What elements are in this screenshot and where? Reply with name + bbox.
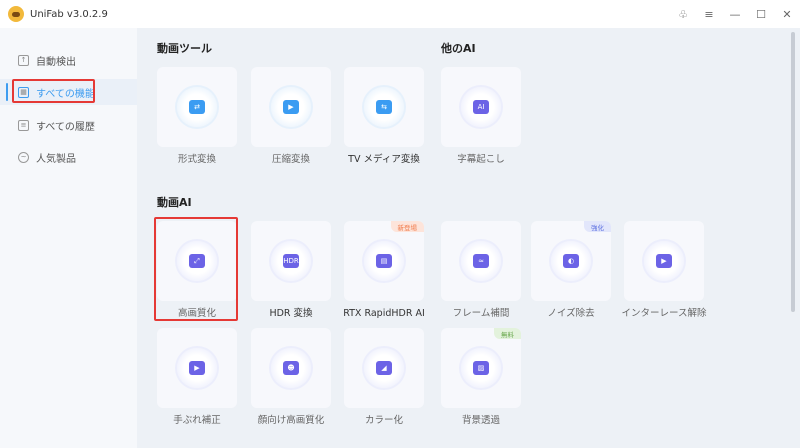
feature-label[interactable]: カラー化 <box>334 414 434 427</box>
feature-badge: 無料 <box>494 328 521 339</box>
feature-icon: ⇆ <box>364 87 404 127</box>
feature-badge: 強化 <box>584 221 611 232</box>
feature-card[interactable]: ⇆ <box>344 67 424 147</box>
feature-glyph-icon: ⇆ <box>376 100 392 114</box>
feature-card[interactable]: ▨ 無料 <box>441 328 521 408</box>
feature-label[interactable]: 圧縮変換 <box>241 153 341 166</box>
feature-card[interactable]: ◢ <box>344 328 424 408</box>
active-indicator <box>6 83 8 101</box>
feature-icon: ▶ <box>177 348 217 388</box>
feature-card[interactable]: ☻ <box>251 328 331 408</box>
feature-card[interactable]: ◐ 強化 <box>531 221 611 301</box>
chart-icon: ~ <box>18 151 29 163</box>
feature-card[interactable]: ≈ <box>441 221 521 301</box>
app-title: UniFab v3.0.2.9 <box>30 8 108 20</box>
feature-label[interactable]: HDR 変換 <box>241 307 341 320</box>
feature-badge: 新登場 <box>390 221 424 232</box>
feature-glyph-icon: ▶ <box>189 361 205 375</box>
section-title-video-tools: 動画ツール <box>157 42 212 55</box>
sidebar-item-popular[interactable]: ~ 人気製品 <box>0 144 137 170</box>
feature-label[interactable]: 顔向け高画質化 <box>241 414 341 427</box>
feature-icon: ≈ <box>461 241 501 281</box>
menu-icon[interactable]: ≡ <box>696 0 722 28</box>
sidebar-item-label: 人気製品 <box>36 153 76 165</box>
feature-icon: ⇄ <box>177 87 217 127</box>
feature-label[interactable]: ノイズ除去 <box>521 307 621 320</box>
feature-card[interactable]: HDR <box>251 221 331 301</box>
title-bar: UniFab v3.0.2.9 ♧ ≡ — ☐ ✕ <box>0 0 800 28</box>
feature-label[interactable]: インターレース解除 <box>621 307 707 320</box>
feature-card[interactable]: ▶ <box>624 221 704 301</box>
sidebar-item-label: 自動検出 <box>36 56 76 68</box>
feature-glyph-icon: ⇄ <box>189 100 205 114</box>
feature-glyph-icon: ▶ <box>283 100 299 114</box>
feature-label[interactable]: 背景透過 <box>431 414 531 427</box>
minimize-icon[interactable]: — <box>722 0 748 28</box>
feature-icon: ▤ <box>364 241 404 281</box>
feature-glyph-icon: ▤ <box>376 254 392 268</box>
feature-glyph-icon: ≈ <box>473 254 489 268</box>
feature-icon: ▶ <box>644 241 684 281</box>
feature-card[interactable]: ▶ <box>251 67 331 147</box>
maximize-icon[interactable]: ☐ <box>748 0 774 28</box>
feature-icon: ▨ <box>461 348 501 388</box>
feature-icon: ◢ <box>364 348 404 388</box>
sidebar-item-label: すべての履歴 <box>36 121 95 133</box>
feature-glyph-icon: ☻ <box>283 361 299 375</box>
highlight-box <box>154 217 238 321</box>
clipboard-icon: ≡ <box>18 119 29 131</box>
highlight-box <box>12 79 95 103</box>
feature-card[interactable]: AI <box>441 67 521 147</box>
feature-label[interactable]: 形式変換 <box>147 153 247 166</box>
scrollbar[interactable] <box>791 32 795 312</box>
upload-icon: ↑ <box>18 54 29 66</box>
feature-label[interactable]: RTX RapidHDR AI <box>334 307 434 320</box>
app-logo-icon <box>8 6 24 22</box>
feature-label[interactable]: フレーム補間 <box>431 307 531 320</box>
feature-icon: AI <box>461 87 501 127</box>
section-title-video-ai: 動画AI <box>157 196 192 209</box>
shirt-icon[interactable]: ♧ <box>670 0 696 28</box>
feature-card[interactable]: ▶ <box>157 328 237 408</box>
feature-icon: ◐ <box>551 241 591 281</box>
feature-icon: ▶ <box>271 87 311 127</box>
sidebar-item-auto-detect[interactable]: ↑ 自動検出 <box>0 47 137 73</box>
feature-glyph-icon: ◢ <box>376 361 392 375</box>
feature-glyph-icon: ▶ <box>656 254 672 268</box>
feature-glyph-icon: ◐ <box>563 254 579 268</box>
feature-glyph-icon: AI <box>473 100 489 114</box>
feature-glyph-icon: HDR <box>283 254 299 268</box>
feature-label[interactable]: TV メディア変換 <box>334 153 434 166</box>
close-icon[interactable]: ✕ <box>774 0 800 28</box>
feature-glyph-icon: ▨ <box>473 361 489 375</box>
feature-icon: ☻ <box>271 348 311 388</box>
feature-card[interactable]: ⇄ <box>157 67 237 147</box>
sidebar-item-history[interactable]: ≡ すべての履歴 <box>0 112 137 138</box>
feature-label[interactable]: 手ぶれ補正 <box>147 414 247 427</box>
feature-card[interactable]: ▤ 新登場 <box>344 221 424 301</box>
feature-label[interactable]: 字幕起こし <box>431 153 531 166</box>
feature-icon: HDR <box>271 241 311 281</box>
section-title-other-ai: 他のAI <box>441 42 476 55</box>
